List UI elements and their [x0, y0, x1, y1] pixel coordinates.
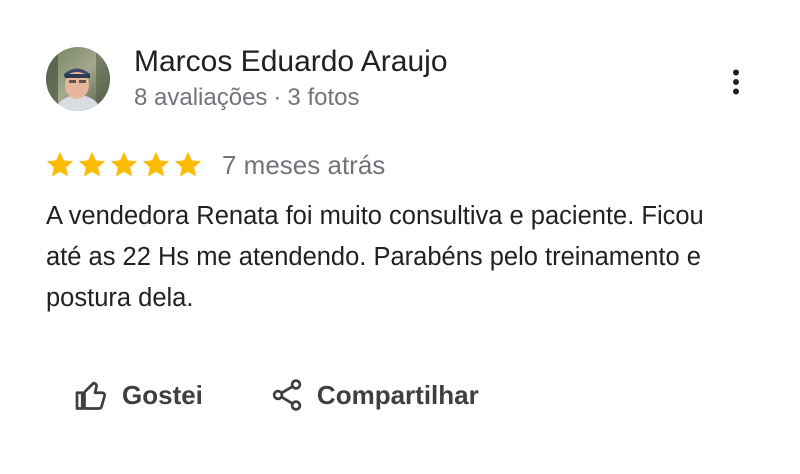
avatar[interactable]	[46, 47, 110, 111]
like-label: Gostei	[122, 379, 203, 410]
like-button[interactable]: Gostei	[66, 372, 211, 418]
share-icon	[269, 377, 305, 413]
review-card: Marcos Eduardo Araujo 8 avaliações · 3 fot…	[0, 0, 800, 474]
review-actions: Gostei Compartilhar	[66, 372, 487, 418]
star-icon	[46, 151, 74, 177]
star-icon	[78, 151, 106, 177]
star-icon	[142, 151, 170, 177]
share-button[interactable]: Compartilhar	[261, 372, 487, 418]
photos-count[interactable]: 3 fotos	[287, 84, 359, 111]
reviewer-meta: 8 avaliações · 3 fotos	[134, 83, 359, 113]
share-label: Compartilhar	[316, 379, 479, 410]
star-rating	[44, 149, 204, 181]
star-icon	[110, 151, 138, 177]
more-vert-icon	[732, 69, 740, 100]
star-icon	[174, 151, 202, 177]
reviewer-name[interactable]: Marcos Eduardo Araujo	[134, 43, 448, 81]
reviews-count[interactable]: 8 avaliações	[134, 84, 267, 111]
rating-row: 7 meses atrás	[44, 148, 385, 182]
meta-separator: ·	[273, 84, 282, 111]
review-text: A vendedora Renata foi muito consultiva …	[46, 202, 704, 312]
review-date: 7 meses atrás	[222, 150, 386, 180]
more-options-button[interactable]	[716, 64, 756, 104]
thumb-up-icon	[74, 377, 110, 413]
